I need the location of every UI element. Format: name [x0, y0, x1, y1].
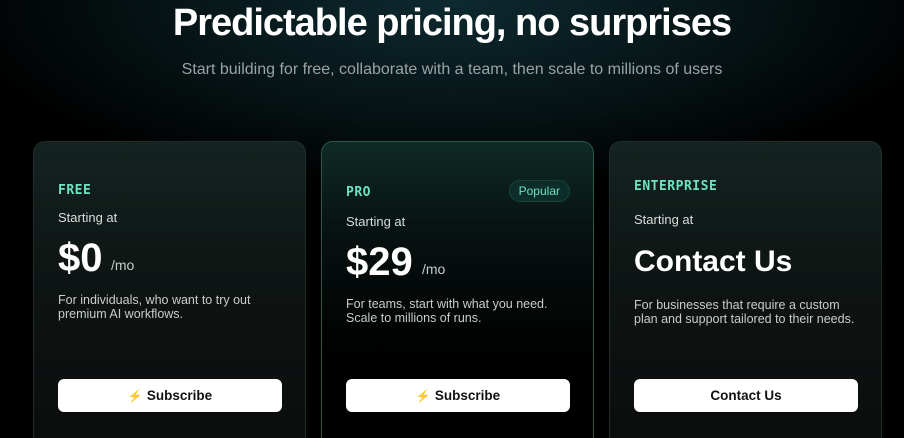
plan-name: FREE: [58, 183, 92, 198]
plan-description: For teams, start with what you need. Sca…: [346, 297, 548, 325]
pricing-card-pro: PRO Popular Starting at $29 /mo For team…: [321, 141, 594, 438]
plan-price: $0: [58, 236, 103, 280]
contact-us-button[interactable]: Contact Us: [634, 379, 858, 412]
subscribe-button-label: Subscribe: [434, 388, 501, 403]
bolt-icon: ⚡: [415, 388, 431, 403]
starting-at-label: Starting at: [634, 212, 694, 227]
plan-name: PRO: [346, 185, 371, 200]
bolt-icon: ⚡: [127, 388, 143, 403]
starting-at-label: Starting at: [58, 210, 118, 225]
plan-price: $29: [346, 240, 413, 284]
plan-price: Contact Us: [634, 245, 793, 278]
contact-us-button-label: Contact Us: [710, 388, 782, 403]
subscribe-button-label: Subscribe: [146, 388, 213, 403]
price-period: /mo: [422, 261, 446, 277]
pricing-card-free: FREE Starting at $0 /mo For individuals,…: [33, 141, 306, 438]
page-subtitle: Start building for free, collaborate wit…: [181, 61, 723, 78]
price-period: /mo: [111, 257, 135, 273]
subscribe-button[interactable]: ⚡ Subscribe: [58, 379, 282, 412]
pricing-card-enterprise: ENTERPRISE Starting at Contact Us For bu…: [609, 141, 882, 438]
popular-badge: Popular: [508, 180, 570, 202]
plan-description: For businesses that require a custom pla…: [634, 298, 855, 326]
subscribe-button[interactable]: ⚡ Subscribe: [346, 379, 570, 412]
starting-at-label: Starting at: [346, 214, 406, 229]
page-title: Predictable pricing, no surprises: [172, 2, 732, 44]
plan-description: For individuals, who want to try out pre…: [58, 293, 251, 321]
plan-name: ENTERPRISE: [634, 179, 718, 194]
